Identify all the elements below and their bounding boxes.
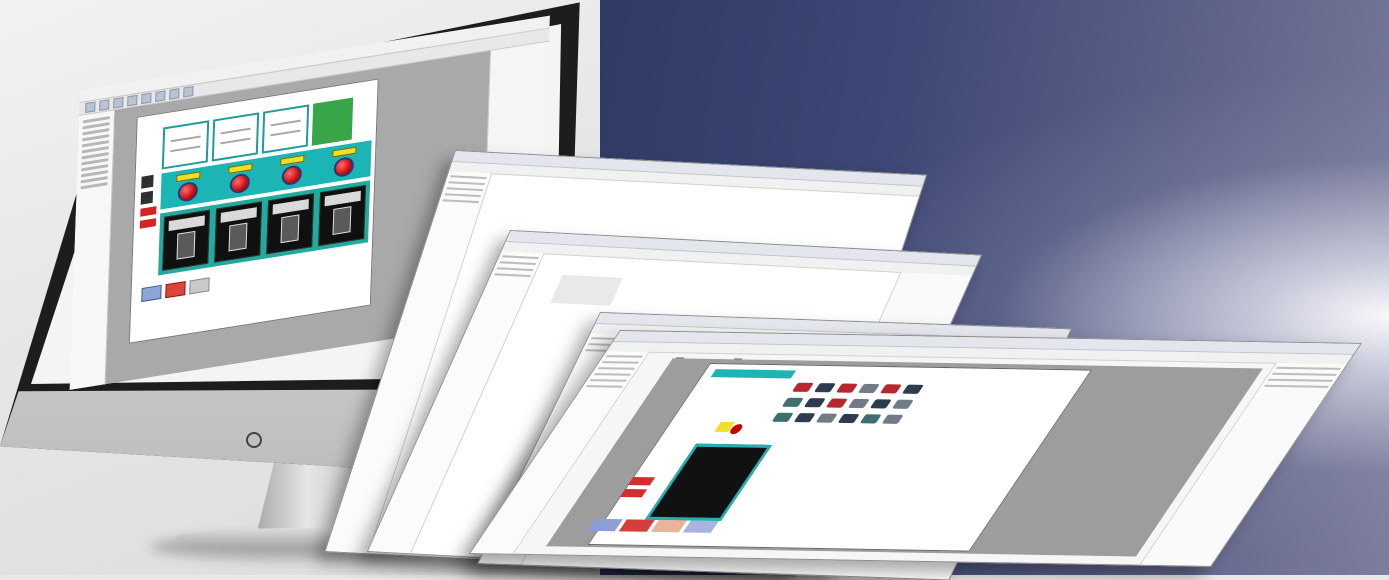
tree-item[interactable] [493, 273, 531, 278]
tree-item[interactable] [80, 182, 108, 190]
label-card[interactable] [261, 104, 310, 154]
yellow-label [332, 146, 357, 158]
relay-module[interactable] [162, 209, 211, 271]
yellow-label [280, 154, 305, 167]
tree-item[interactable] [585, 385, 623, 388]
component-icon[interactable] [813, 383, 836, 393]
component-icon[interactable] [825, 398, 848, 408]
tree-item[interactable] [444, 193, 482, 198]
pushbutton-module[interactable] [320, 145, 367, 180]
component[interactable] [140, 190, 154, 205]
blue-button-tile[interactable] [586, 518, 623, 532]
component-icon[interactable] [847, 398, 870, 409]
component-icon[interactable] [857, 383, 880, 394]
relay-body [332, 206, 352, 235]
tree-item[interactable] [501, 255, 539, 260]
pushbutton-module[interactable] [164, 170, 211, 205]
toolbar-button[interactable] [85, 101, 96, 114]
component-icon[interactable] [803, 398, 826, 408]
relay-body [228, 222, 248, 252]
relay-module[interactable] [214, 201, 263, 263]
blue-button-tile[interactable] [141, 284, 162, 303]
toolbar-button[interactable] [99, 99, 110, 111]
tree-item[interactable] [499, 261, 537, 266]
tree-item[interactable] [589, 379, 627, 382]
red-button-icon [333, 156, 355, 179]
red-button-icon [281, 164, 303, 187]
bottom-buttons [586, 518, 719, 533]
relay-label [324, 190, 362, 207]
relay-label [220, 207, 258, 223]
green-tile[interactable] [311, 97, 354, 146]
yellow-label [228, 163, 253, 175]
label-card[interactable] [161, 120, 210, 170]
component-library [771, 382, 924, 424]
label-card[interactable] [211, 112, 260, 162]
pushbutton-module[interactable] [268, 153, 315, 188]
toolbar-button[interactable] [169, 88, 180, 100]
relay-body [176, 230, 196, 260]
red-button-icon [229, 172, 251, 195]
toolbar-button[interactable] [183, 85, 194, 98]
tree-item[interactable] [597, 367, 636, 370]
relay-label [168, 215, 206, 232]
pushbutton-module[interactable] [216, 161, 263, 196]
relay-body [280, 214, 300, 244]
panel-layout-canvas[interactable] [128, 78, 379, 344]
document-tab[interactable] [675, 357, 685, 360]
red-tag[interactable] [139, 218, 157, 229]
tree-item[interactable] [448, 181, 485, 186]
red-button-icon [177, 181, 199, 203]
red-button-tile[interactable] [618, 519, 655, 532]
red-button-tile[interactable] [165, 281, 186, 299]
preview-box [550, 274, 623, 306]
tree-item[interactable] [601, 361, 640, 364]
property-row[interactable] [1263, 384, 1329, 388]
red-tag[interactable] [140, 206, 157, 217]
component-icon[interactable] [793, 413, 816, 423]
property-row[interactable] [1271, 372, 1338, 376]
relay-label [272, 198, 310, 215]
relay-module[interactable] [318, 184, 367, 247]
relay-module[interactable] [266, 193, 315, 255]
stage [0, 0, 1389, 580]
toolbar-button[interactable] [113, 97, 124, 109]
peach-button-tile[interactable] [650, 519, 687, 533]
component-icon[interactable] [859, 414, 882, 424]
component-icon[interactable] [837, 413, 860, 424]
side-components [139, 174, 158, 229]
tree-item[interactable] [450, 175, 487, 180]
teal-strip [710, 369, 797, 379]
grey-button-tile[interactable] [189, 277, 210, 295]
component-icon[interactable] [869, 399, 892, 409]
power-button-icon [246, 432, 262, 448]
component-icon[interactable] [835, 383, 858, 393]
document-tab[interactable] [733, 358, 743, 361]
toolbar-button[interactable] [141, 92, 152, 105]
tree-item[interactable] [446, 187, 483, 192]
tree-item[interactable] [593, 373, 631, 376]
property-row[interactable] [1267, 378, 1334, 382]
bottom-buttons [141, 277, 210, 303]
toolbar-button[interactable] [127, 94, 138, 107]
component[interactable] [141, 174, 154, 189]
yellow-label [176, 171, 201, 183]
component-icon[interactable] [879, 384, 902, 394]
toolbar-button[interactable] [155, 90, 166, 102]
front-cad-window [468, 330, 1362, 567]
component-icon[interactable] [815, 413, 838, 423]
tree-item[interactable] [442, 199, 480, 204]
tree-item[interactable] [496, 267, 534, 272]
property-row[interactable] [1275, 366, 1342, 370]
tree-item[interactable] [605, 355, 644, 358]
